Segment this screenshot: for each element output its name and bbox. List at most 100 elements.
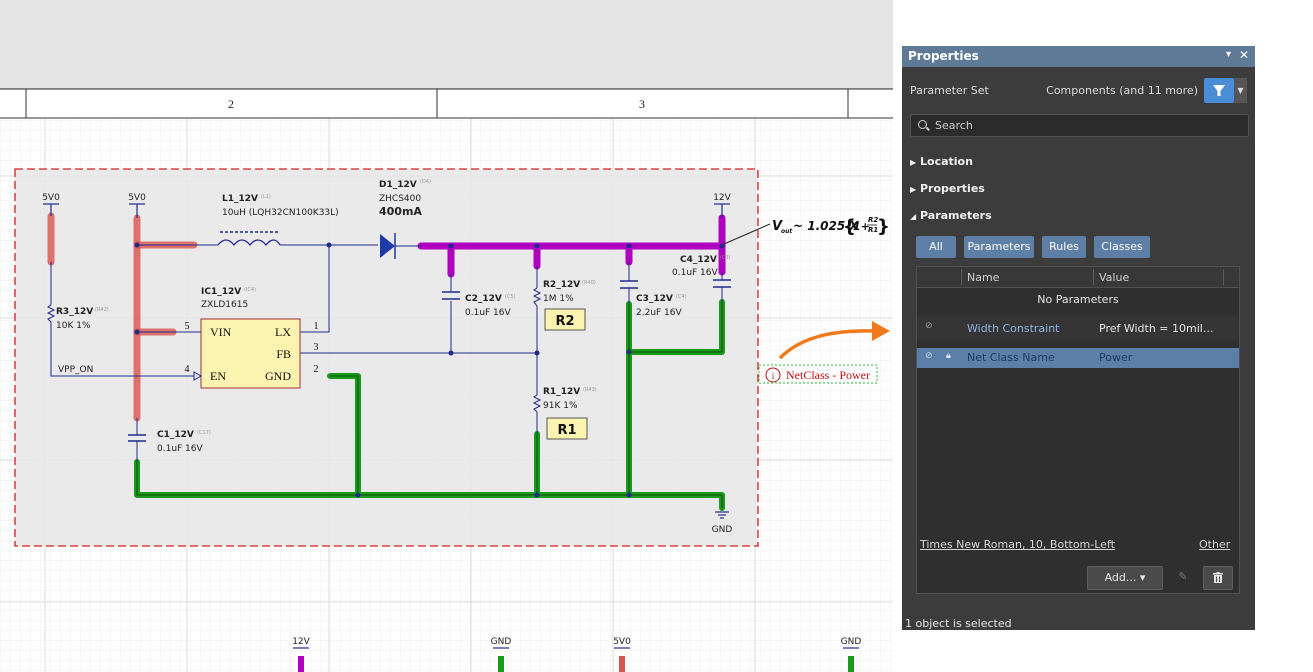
ic1-part: ZXLD1615 xyxy=(201,300,248,310)
add-button[interactable]: Add... ▾ xyxy=(1087,566,1163,590)
section-location[interactable]: ▶ Location xyxy=(910,155,973,168)
c4-value: 0.1uF 16V xyxy=(672,268,719,278)
c3-tag: (C4) xyxy=(676,294,687,300)
chevron-right-icon: ▶ xyxy=(910,158,917,167)
row-value[interactable]: Power xyxy=(1099,351,1132,364)
c2-designator: C2_12V xyxy=(465,294,502,304)
tab-classes[interactable]: Classes xyxy=(1094,236,1150,258)
font-settings-link[interactable]: Times New Roman, 10, Bottom-Left xyxy=(920,538,1115,551)
r2-tag: (R40) xyxy=(582,280,596,286)
ic1-pin-fb: FB xyxy=(276,347,291,361)
power-port-12v: 12V xyxy=(713,193,731,203)
no-parameters-text: No Parameters xyxy=(1037,293,1119,306)
search-input[interactable]: Search xyxy=(910,114,1249,137)
r3-designator: R3_12V xyxy=(56,307,93,317)
svg-text:}: } xyxy=(877,216,890,237)
grid-header: Name Value xyxy=(917,267,1239,288)
delete-button[interactable] xyxy=(1203,566,1233,590)
bottom-port-12v: 12V xyxy=(292,637,310,647)
tab-rules[interactable]: Rules xyxy=(1042,236,1086,258)
table-row-selected[interactable]: ⊘ 🔒︎ Net Class Name Power xyxy=(917,348,1239,368)
schematic-drawing: 2 3 5V0 5V0 12V GND L1_12V (L1) 10uH (LQ… xyxy=(0,88,893,672)
zone-number-2: 2 xyxy=(228,97,234,111)
ic1-pin-gnd: GND xyxy=(265,369,291,383)
bottom-port-gnd-2: GND xyxy=(841,637,862,647)
r1-tag: (R43) xyxy=(583,387,597,393)
net-label-vpp-on: VPP_ON xyxy=(58,365,93,375)
c4-designator: C4_12V xyxy=(680,255,717,265)
panel-menu-icon[interactable]: ▾ xyxy=(1226,49,1231,60)
tab-all[interactable]: All xyxy=(916,236,956,258)
ic1-pinnum-3: 3 xyxy=(314,342,319,353)
svg-text:out: out xyxy=(781,228,793,235)
row-name: Width Constraint xyxy=(967,322,1060,335)
ic1-pinnum-1: 1 xyxy=(314,321,319,332)
bottom-port-gnd-1: GND xyxy=(491,637,512,647)
r1-designator: R1_12V xyxy=(543,387,580,397)
l1-value: 10uH (LQH32CN100K33L) xyxy=(222,208,339,218)
bottom-port-5v0: 5V0 xyxy=(613,637,631,647)
row-value: Pref Width = 10mil... xyxy=(1099,322,1214,335)
visibility-hidden-icon[interactable]: ⊘ xyxy=(925,321,933,331)
r2-value: 1M 1% xyxy=(543,294,574,304)
tab-parameters[interactable]: Parameters xyxy=(964,236,1034,258)
lock-icon[interactable]: 🔒︎ xyxy=(946,351,951,361)
other-link[interactable]: Other xyxy=(1199,538,1230,551)
r2-designator: R2_12V xyxy=(543,280,580,290)
search-icon xyxy=(918,120,927,129)
c1-tag: (C17) xyxy=(197,430,211,436)
parameter-set-value: Components (and 11 more) xyxy=(1046,84,1198,97)
l1-designator: L1_12V xyxy=(222,194,258,204)
c4-tag: (C3) xyxy=(720,255,731,261)
zone-number-3: 3 xyxy=(639,97,645,111)
filter-button[interactable] xyxy=(1204,78,1234,103)
c2-value: 0.1uF 16V xyxy=(465,308,512,318)
visibility-hidden-icon[interactable]: ⊘ xyxy=(925,351,933,361)
l1-tag: (L1) xyxy=(261,194,271,200)
c2-tag: (C5) xyxy=(505,294,516,300)
d1-rating: 400mA xyxy=(379,205,422,218)
chevron-right-icon: ▶ xyxy=(910,185,917,194)
search-placeholder: Search xyxy=(935,119,973,132)
ic1-pin-lx: LX xyxy=(275,325,291,339)
chevron-down-icon: ▾ xyxy=(1139,571,1146,584)
properties-panel: Properties ▾ ✕ Parameter Set Components … xyxy=(902,46,1255,630)
filter-dropdown-chevron-icon[interactable]: ▼ xyxy=(1234,78,1247,103)
c3-designator: C3_12V xyxy=(636,294,673,304)
status-text: 1 object is selected xyxy=(905,617,1012,630)
row-name: Net Class Name xyxy=(967,351,1055,364)
column-header-name[interactable]: Name xyxy=(967,271,999,284)
d1-tag: (D4) xyxy=(420,179,431,185)
table-row[interactable]: ⊘ Width Constraint Pref Width = 10mil... xyxy=(917,316,1239,340)
chevron-down-icon: ◢ xyxy=(910,212,917,221)
ic1-pinnum-4: 4 xyxy=(185,364,190,375)
r3-tag: (R42) xyxy=(95,307,109,313)
c1-value: 0.1uF 16V xyxy=(157,444,204,454)
trash-icon xyxy=(1213,572,1223,583)
netclass-directive-label[interactable]: NetClass - Power xyxy=(786,368,870,382)
column-header-value[interactable]: Value xyxy=(1099,271,1129,284)
power-port-gnd: GND xyxy=(712,525,733,535)
ic1-pin-en: EN xyxy=(210,369,226,383)
edit-icon[interactable]: ✎ xyxy=(1172,566,1194,588)
c3-value: 2.2uF 16V xyxy=(636,308,683,318)
panel-title: Properties xyxy=(908,49,979,63)
blanket-region[interactable] xyxy=(14,168,759,547)
ic1-pin-vin: VIN xyxy=(210,325,232,339)
ic1-pinnum-2: 2 xyxy=(314,364,319,375)
ic1-tag: (IC4) xyxy=(244,287,256,293)
schematic-canvas[interactable]: 2 3 5V0 5V0 12V GND L1_12V (L1) 10uH (LQ… xyxy=(0,0,893,672)
parameter-set-label: Parameter Set xyxy=(910,84,989,97)
r3-value: 10K 1% xyxy=(56,321,91,331)
panel-titlebar[interactable]: Properties ▾ ✕ xyxy=(902,46,1255,67)
power-port-5v0-mid: 5V0 xyxy=(128,193,146,203)
r2-label-box: R2 xyxy=(555,314,574,329)
d1-part: ZHCS400 xyxy=(379,194,421,204)
power-port-5v0-left: 5V0 xyxy=(42,193,60,203)
ic1-pinnum-5: 5 xyxy=(185,321,190,332)
filter-icon xyxy=(1213,85,1225,96)
section-parameters[interactable]: ◢ Parameters xyxy=(910,209,992,222)
section-properties[interactable]: ▶ Properties xyxy=(910,182,985,195)
r1-value: 91K 1% xyxy=(543,401,578,411)
panel-close-icon[interactable]: ✕ xyxy=(1239,48,1249,62)
